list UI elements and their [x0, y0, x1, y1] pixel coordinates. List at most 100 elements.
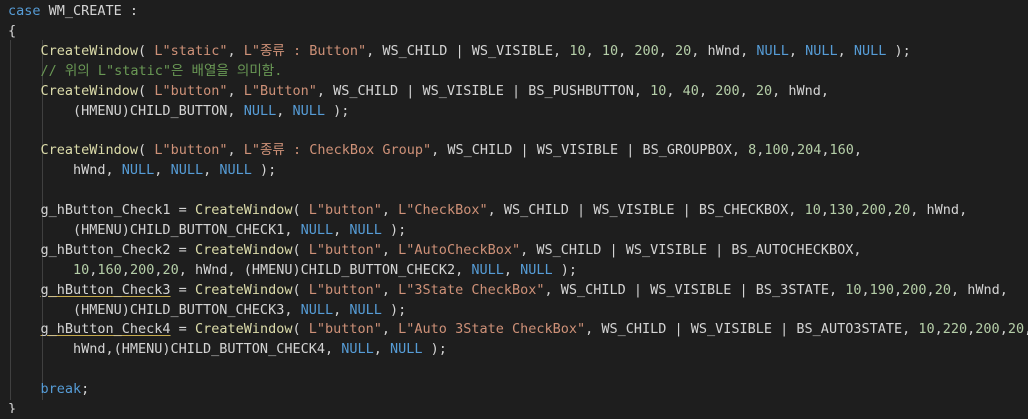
code-line[interactable]: CreateWindow( L"static", L"종류 : Button",…	[41, 41, 911, 61]
code-token: );	[381, 221, 407, 238]
code-token: 200	[634, 42, 659, 59]
code-line[interactable]: {	[8, 21, 16, 41]
code-token: ,	[503, 261, 521, 278]
code-token: ,	[698, 82, 716, 99]
code-token: 10	[73, 261, 90, 278]
code-token: ,	[154, 162, 171, 179]
code-token: CreateWindow	[194, 202, 293, 218]
code-line[interactable]: // 위의 L"static"은 배열을 의미함.	[41, 61, 283, 81]
code-token: NULL	[520, 261, 553, 278]
code-token: ,	[227, 82, 244, 99]
code-line[interactable]: case WM_CREATE :	[8, 1, 138, 21]
code-token: NULL	[349, 221, 382, 238]
code-token: ,	[926, 281, 935, 298]
code-line[interactable]: g_hButton_Check4 = CreateWindow( L"butto…	[41, 319, 1028, 339]
code-token: 160	[829, 142, 854, 159]
code-line[interactable]: CreateWindow( L"button", L"종류 : CheckBox…	[41, 140, 863, 160]
code-token: ,	[861, 281, 870, 298]
code-token: 190	[869, 281, 895, 298]
code-editor[interactable]: case WM_CREATE :{ CreateWindow( L"static"…	[0, 0, 1028, 419]
code-token: 10	[804, 202, 821, 218]
code-token: , WS_CHILD | WS_VISIBLE | BS_GROUPBOX,	[431, 142, 749, 159]
code-token: L"button"	[308, 202, 382, 218]
code-line[interactable]: g_hButton_Check2 = CreateWindow( L"butto…	[41, 240, 862, 260]
code-token: 160	[97, 261, 122, 278]
code-token: 40	[682, 82, 699, 99]
code-token: ,	[381, 202, 399, 218]
code-token: (	[292, 321, 309, 338]
code-line[interactable]: 10,160,200,20, hWnd, (HMENU)CHILD_BUTTON…	[73, 260, 577, 280]
code-token: CreateWindow	[194, 281, 293, 298]
code-token: NULL	[300, 301, 334, 318]
code-line[interactable]: hWnd, NULL, NULL, NULL );	[73, 160, 276, 180]
code-token: ,	[1024, 321, 1028, 337]
code-token: ,	[885, 202, 895, 218]
code-token: CreateWindow	[194, 241, 293, 258]
code-token: L"종류 : CheckBox Group"	[243, 142, 432, 159]
code-token: case	[8, 3, 41, 19]
code-line[interactable]: hWnd,(HMENU)CHILD_BUTTON_CHECK4, NULL, N…	[73, 339, 447, 359]
code-token: );	[422, 341, 447, 358]
code-token: ,	[658, 42, 676, 59]
code-token: , WS_CHILD | WS_VISIBLE | BS_AUTO3STATE,	[585, 321, 919, 338]
code-token: (	[292, 241, 309, 258]
code-token: ,	[739, 82, 756, 99]
code-token: 20	[1007, 321, 1025, 338]
code-token: , hWnd, (HMENU)CHILD_BUTTON_CHECK2,	[178, 261, 472, 278]
code-token: (HMENU)CHILD_BUTTON,	[73, 102, 244, 119]
code-token: 10	[650, 82, 667, 99]
code-token: , hWnd,	[691, 42, 757, 59]
horizontal-scrollbar[interactable]	[0, 413, 1028, 419]
code-token: 10	[918, 321, 935, 338]
code-line[interactable]: g_hButton_Check3 = CreateWindow( L"butto…	[41, 280, 1008, 300]
code-token: L"Auto 3State CheckBox"	[398, 321, 586, 338]
code-token: , WS_CHILD | WS_VISIBLE | BS_CHECKBOX,	[487, 202, 805, 218]
code-token: L"button"	[308, 241, 382, 258]
code-line[interactable]: (HMENU)CHILD_BUTTON_CHECK3, NULL, NULL )…	[73, 300, 406, 320]
code-token: L"button"	[308, 321, 382, 338]
code-token: 204	[796, 142, 822, 159]
code-token: ,	[333, 301, 350, 318]
code-token: ,	[121, 261, 130, 278]
code-token: NULL	[243, 102, 277, 119]
code-token: ,	[853, 202, 862, 218]
code-token: ,	[227, 42, 244, 59]
code-token: g_hButton_Check1 =	[40, 202, 195, 218]
code-token: 200	[129, 261, 155, 278]
code-token: ,	[333, 221, 350, 238]
code-token: , WS_CHILD | WS_VISIBLE | BS_AUTOCHECKBO…	[520, 241, 862, 258]
code-token: (	[138, 42, 155, 59]
code-token: (HMENU)CHILD_BUTTON_CHECK1,	[73, 221, 301, 238]
code-token: hWnd,(HMENU)CHILD_BUTTON_CHECK4,	[73, 341, 342, 358]
code-token: 200	[975, 321, 1000, 338]
code-token: , WS_CHILD | WS_VISIBLE | BS_3STATE,	[544, 281, 846, 298]
code-token: =	[170, 281, 195, 298]
code-token: L"AutoCheckBox"	[398, 241, 521, 258]
code-line[interactable]: break;	[41, 379, 90, 399]
code-token: NULL	[300, 221, 334, 238]
code-token: NULL	[121, 162, 155, 179]
code-line[interactable]: (HMENU)CHILD_BUTTON_CHECK1, NULL, NULL )…	[73, 220, 406, 240]
code-line[interactable]: (HMENU)CHILD_BUTTON, NULL, NULL );	[73, 101, 349, 121]
code-token: ;	[81, 381, 90, 398]
indent-guide	[10, 40, 11, 400]
code-token: L"3State CheckBox"	[398, 281, 545, 298]
code-line[interactable]: g_hButton_Check1 = CreateWindow( L"butto…	[41, 200, 968, 220]
code-token: 20	[934, 281, 951, 298]
code-token: CreateWindow	[194, 321, 293, 338]
code-token: 10	[601, 42, 619, 59]
code-token: );	[552, 261, 578, 278]
code-token: L"CheckBox"	[398, 202, 488, 218]
code-token: {	[8, 22, 17, 39]
code-token: ,	[203, 162, 220, 179]
code-token: );	[251, 162, 277, 179]
code-token: L"button"	[308, 281, 382, 298]
code-token: (	[292, 202, 309, 218]
code-line[interactable]: CreateWindow( L"button", L"Button", WS_C…	[41, 81, 830, 101]
code-token: NULL	[349, 301, 382, 318]
code-token: CreateWindow	[40, 142, 139, 159]
code-token: CreateWindow	[40, 82, 139, 99]
code-token: NULL	[805, 42, 838, 59]
code-token: , hWnd,	[772, 82, 830, 99]
code-token: L"button"	[154, 142, 228, 159]
